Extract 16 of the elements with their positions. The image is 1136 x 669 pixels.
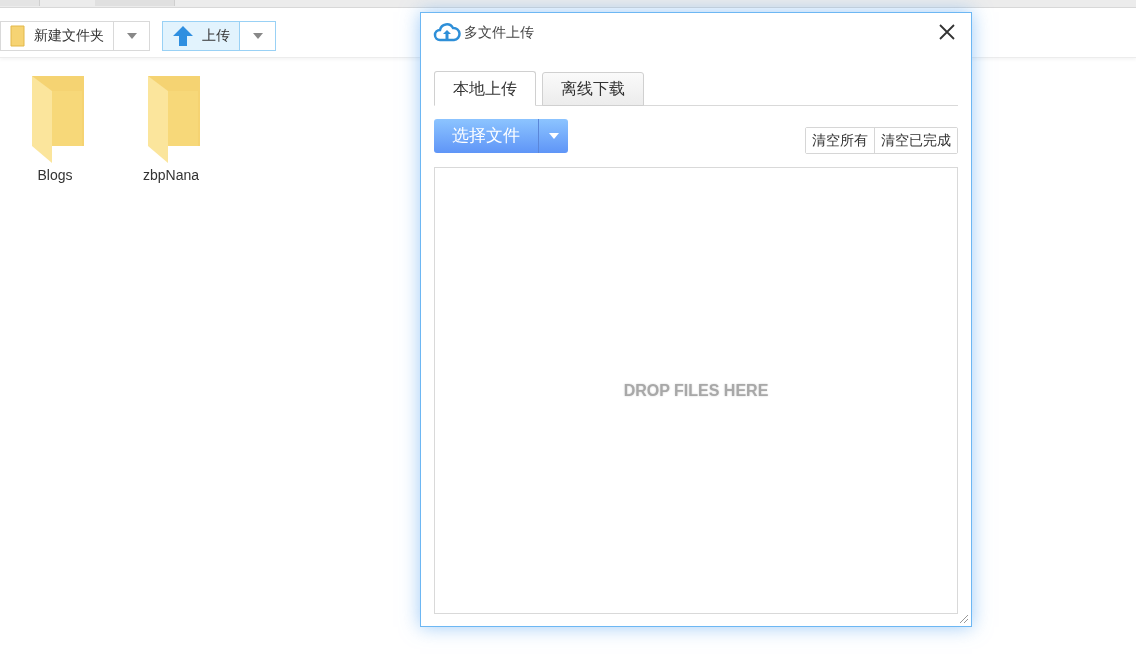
folder-name[interactable]: Blogs — [37, 165, 73, 186]
folder-name[interactable]: zbpNana — [142, 165, 199, 186]
caret-icon — [126, 32, 137, 39]
tab[interactable]: 离线下载 — [542, 72, 644, 106]
drop-hint: DROP FILES HERE — [623, 380, 769, 401]
folder-icon — [10, 24, 26, 47]
dropdown-button[interactable] — [239, 21, 275, 50]
dialog-title: 多文件上传 — [464, 22, 534, 42]
caret-icon — [548, 133, 559, 139]
caret-icon — [252, 32, 263, 39]
close-button[interactable] — [937, 22, 957, 42]
resize-grip-icon[interactable] — [957, 612, 969, 624]
cloud-upload-icon — [433, 22, 461, 42]
clear-button[interactable]: 清空已完成 — [874, 128, 957, 153]
up-arrow-icon — [172, 24, 194, 47]
tab[interactable]: 本地上传 — [434, 71, 536, 106]
